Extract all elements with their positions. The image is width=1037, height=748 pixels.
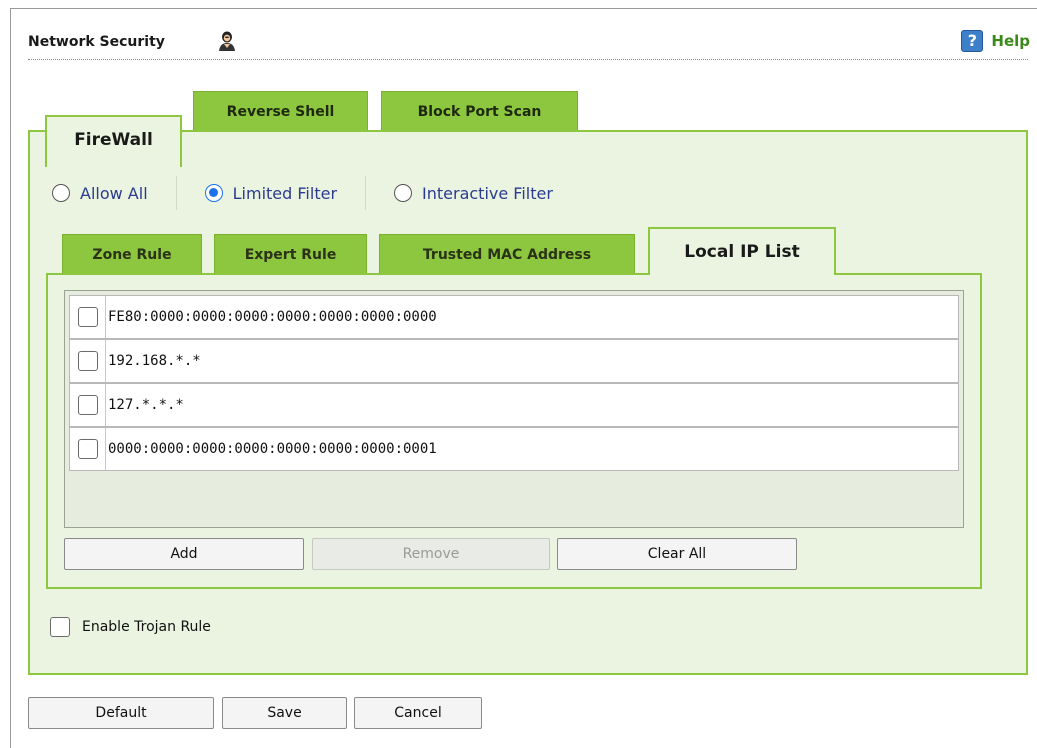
radio-allow-all-label: Allow All: [80, 183, 148, 203]
help-link[interactable]: ? Help: [961, 30, 1030, 52]
ip-address: 192.168.*.*: [108, 353, 201, 369]
enable-trojan-rule-label: Enable Trojan Rule: [82, 619, 211, 635]
page-title: Network Security: [28, 34, 165, 50]
tab-expert-rule[interactable]: Expert Rule: [214, 234, 367, 274]
radio-allow-all-dot[interactable]: [52, 184, 70, 202]
default-button[interactable]: Default: [28, 697, 214, 729]
row-checkbox[interactable]: [77, 395, 98, 415]
tab-reverse-shell[interactable]: Reverse Shell: [193, 91, 368, 131]
divider: [175, 176, 177, 210]
save-button[interactable]: Save: [222, 697, 347, 729]
tab-local-ip-list-label: Local IP List: [684, 242, 800, 262]
radio-allow-all[interactable]: Allow All: [52, 184, 148, 203]
row-checkbox[interactable]: [77, 351, 98, 371]
ip-list[interactable]: FE80:0000:0000:0000:0000:0000:0000:0000 …: [64, 290, 964, 528]
radio-limited-filter[interactable]: Limited Filter: [204, 183, 338, 203]
tab-zone-rule-label: Zone Rule: [92, 247, 172, 263]
ip-address: 0000:0000:0000:0000:0000:0000:0000:0001: [108, 441, 437, 457]
checkbox-cell: [70, 296, 106, 338]
tab-reverse-shell-label: Reverse Shell: [226, 104, 335, 120]
row-checkbox[interactable]: [77, 439, 98, 459]
radio-interactive-filter-dot[interactable]: [394, 184, 413, 202]
clear-all-button[interactable]: Clear All: [557, 538, 797, 570]
checkbox-cell: [70, 384, 106, 426]
tab-zone-rule[interactable]: Zone Rule: [62, 234, 202, 274]
tab-expert-rule-label: Expert Rule: [244, 247, 337, 263]
checkbox-cell: [70, 428, 106, 470]
tab-block-port-scan-label: Block Port Scan: [417, 104, 542, 120]
list-item[interactable]: 0000:0000:0000:0000:0000:0000:0000:0001: [69, 427, 959, 471]
tab-trusted-mac-address[interactable]: Trusted MAC Address: [379, 234, 635, 274]
tab-local-ip-list[interactable]: Local IP List: [648, 227, 836, 275]
list-item[interactable]: FE80:0000:0000:0000:0000:0000:0000:0000: [69, 295, 959, 339]
radio-limited-filter-label: Limited Filter: [232, 183, 338, 203]
cancel-button[interactable]: Cancel: [354, 697, 482, 729]
tab-firewall[interactable]: FireWall: [45, 115, 182, 167]
page-header: Network Security ? Help: [28, 30, 1030, 60]
tab-firewall-label: FireWall: [74, 130, 153, 150]
list-item[interactable]: 192.168.*.*: [69, 339, 959, 383]
ip-address: FE80:0000:0000:0000:0000:0000:0000:0000: [108, 309, 437, 325]
divider: [365, 176, 367, 210]
tab-trusted-mac-address-label: Trusted MAC Address: [422, 247, 592, 263]
remove-button[interactable]: Remove: [312, 538, 550, 570]
list-item[interactable]: 127.*.*.*: [69, 383, 959, 427]
question-mark-icon: ?: [961, 30, 984, 52]
ip-address: 127.*.*.*: [108, 397, 184, 413]
filter-mode-group: Allow All Limited Filter Interactive Fil…: [52, 176, 553, 210]
add-button[interactable]: Add: [64, 538, 304, 570]
help-label: Help: [991, 32, 1030, 50]
trojan-checkbox[interactable]: [50, 617, 70, 637]
radio-interactive-filter-label: Interactive Filter: [422, 183, 553, 203]
radio-interactive-filter[interactable]: Interactive Filter: [394, 184, 553, 203]
enable-trojan-rule[interactable]: Enable Trojan Rule: [50, 617, 211, 637]
tab-block-port-scan[interactable]: Block Port Scan: [381, 91, 578, 131]
row-checkbox[interactable]: [77, 307, 98, 327]
radio-limited-filter-dot[interactable]: [204, 184, 223, 202]
checkbox-cell: [70, 340, 106, 382]
user-icon: [219, 31, 235, 51]
